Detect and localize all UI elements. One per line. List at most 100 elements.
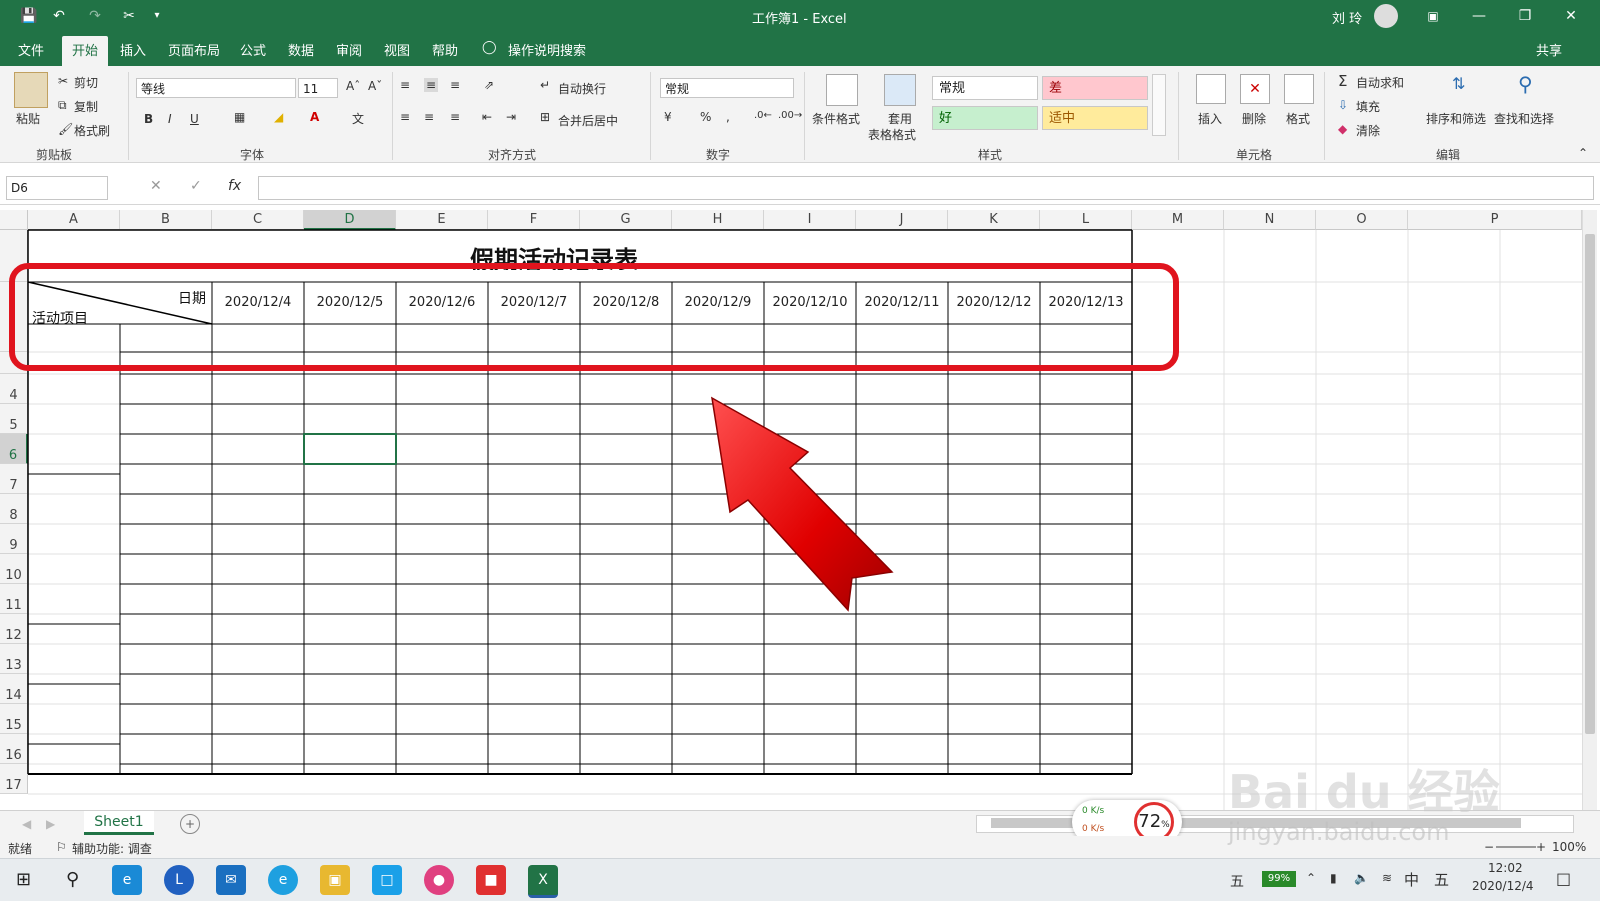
copy-icon[interactable]: ⧉ — [58, 98, 67, 113]
increase-indent-icon[interactable]: ⇥ — [506, 110, 516, 124]
date-header-cell[interactable]: 2020/12/13 — [1040, 282, 1132, 324]
ime-mode-indicator[interactable]: 五 — [1434, 869, 1449, 890]
collapse-ribbon-icon[interactable]: ⌃ — [1578, 146, 1588, 160]
insert-cells-button[interactable]: 插入 — [1198, 110, 1222, 127]
align-top-icon[interactable]: ≡ — [400, 78, 410, 92]
date-header-cell[interactable]: 2020/12/4 — [212, 282, 304, 324]
tab-view[interactable]: 视图 — [384, 40, 410, 59]
cut-icon[interactable]: ✂ — [58, 74, 68, 88]
undo-icon[interactable]: ↶ — [48, 5, 70, 27]
sort-filter-button[interactable]: 排序和筛选 — [1426, 110, 1486, 127]
style-bad[interactable]: 差 — [1042, 76, 1148, 100]
minimize-icon[interactable]: — — [1456, 0, 1502, 32]
clock-time[interactable]: 12:02 — [1488, 861, 1523, 875]
clear-button[interactable]: 清除 — [1356, 122, 1380, 139]
accessibility-status[interactable]: 辅助功能: 调查 — [72, 840, 152, 857]
insert-cells-icon[interactable] — [1196, 74, 1226, 104]
tab-home[interactable]: 开始 — [62, 36, 109, 66]
align-middle-icon[interactable]: ≡ — [424, 78, 439, 92]
avatar[interactable] — [1374, 4, 1398, 28]
wrap-text-icon[interactable]: ↵ — [540, 78, 550, 92]
battery-indicator[interactable]: 99% — [1262, 871, 1296, 887]
date-header-cell[interactable]: 2020/12/9 — [672, 282, 764, 324]
fill-icon[interactable]: ⇩ — [1338, 98, 1348, 112]
phonetic-icon[interactable]: 文 — [352, 110, 364, 127]
corner-header-activity[interactable]: 活动项目 — [32, 308, 88, 328]
battery-icon[interactable]: ▮ — [1330, 871, 1337, 885]
sheet-tab-sheet1[interactable]: Sheet1 — [84, 811, 154, 835]
shrink-font-icon[interactable]: Aˇ — [368, 79, 382, 93]
currency-icon[interactable]: ¥ — [664, 110, 672, 124]
date-header-cell[interactable]: 2020/12/12 — [948, 282, 1040, 324]
percent-icon[interactable]: % — [700, 110, 711, 124]
date-header-cell[interactable]: 2020/12/8 — [580, 282, 672, 324]
tell-me-search[interactable]: 操作说明搜索 — [508, 40, 586, 59]
clock-date[interactable]: 2020/12/4 — [1472, 879, 1534, 893]
format-painter-icon[interactable]: 🖌 — [58, 122, 73, 136]
align-left-icon[interactable]: ≡ — [400, 110, 410, 124]
format-as-table-label-1[interactable]: 套用 — [888, 110, 912, 127]
styles-scroll[interactable] — [1152, 74, 1166, 136]
clear-icon[interactable]: ◆ — [1338, 122, 1347, 136]
underline-icon[interactable]: U — [190, 112, 199, 126]
scroll-right-icon[interactable]: ▶ — [46, 817, 55, 831]
decrease-decimal-icon[interactable]: .00→ — [778, 110, 802, 121]
tab-formulas[interactable]: 公式 — [240, 40, 266, 59]
mail-icon[interactable]: ✉ — [216, 865, 246, 895]
app-l-icon[interactable]: L — [164, 865, 194, 895]
conditional-format-icon[interactable] — [826, 74, 858, 106]
delete-cells-button[interactable]: 删除 — [1242, 110, 1266, 127]
align-bottom-icon[interactable]: ≡ — [450, 78, 460, 92]
user-name[interactable]: 刘 玲 — [1332, 8, 1362, 27]
formula-input[interactable] — [258, 176, 1594, 200]
edge-browser-icon[interactable]: e — [112, 865, 142, 895]
search-icon[interactable]: ⚲ — [66, 869, 79, 890]
tray-expand-icon[interactable]: ⌃ — [1306, 871, 1316, 885]
tab-review[interactable]: 审阅 — [336, 40, 362, 59]
format-cells-icon[interactable] — [1284, 74, 1314, 104]
tab-data[interactable]: 数据 — [288, 40, 314, 59]
cut-button[interactable]: 剪切 — [74, 74, 98, 91]
font-name-select[interactable]: 等线 — [136, 78, 296, 98]
date-header-cell[interactable]: 2020/12/5 — [304, 282, 396, 324]
ribbon-display-icon[interactable]: ▣ — [1410, 0, 1456, 32]
language-indicator[interactable]: 中 — [1404, 869, 1419, 890]
delete-cells-icon[interactable]: ✕ — [1240, 74, 1270, 104]
save-icon[interactable]: 💾 — [18, 5, 40, 27]
borders-icon[interactable]: ▦ — [234, 110, 245, 124]
scroll-left-icon[interactable]: ◀ — [22, 817, 31, 831]
orientation-icon[interactable]: ⇗ — [484, 78, 494, 92]
paste-button[interactable]: 粘贴 — [16, 110, 40, 127]
sort-filter-icon[interactable]: ⇅ — [1452, 74, 1465, 93]
tab-file[interactable]: 文件 — [18, 40, 44, 59]
cut-quick-icon[interactable]: ✂ — [118, 5, 140, 27]
notification-icon[interactable]: □ — [1556, 869, 1571, 888]
app-drop-icon[interactable]: ● — [424, 865, 454, 895]
restore-icon[interactable]: ❐ — [1502, 0, 1548, 32]
date-header-cell[interactable]: 2020/12/7 — [488, 282, 580, 324]
sheet-title[interactable]: 假期活动记录表 — [470, 240, 770, 270]
tab-insert[interactable]: 插入 — [120, 40, 146, 59]
date-header-cell[interactable]: 2020/12/10 — [764, 282, 856, 324]
zoom-slider[interactable] — [1496, 846, 1536, 848]
find-select-button[interactable]: 查找和选择 — [1494, 110, 1554, 127]
merge-center-button[interactable]: 合并后居中 — [558, 112, 618, 129]
bold-icon[interactable]: B — [144, 112, 153, 126]
number-format-select[interactable]: 常规 — [660, 78, 794, 98]
close-icon[interactable]: ✕ — [1548, 0, 1594, 32]
format-as-table-icon[interactable] — [884, 74, 916, 106]
align-right-icon[interactable]: ≡ — [450, 110, 460, 124]
corner-header-date[interactable]: 日期 — [178, 288, 206, 308]
excel-taskbar-icon[interactable]: X — [528, 865, 558, 898]
vertical-scroll-thumb[interactable] — [1585, 234, 1595, 734]
tab-page-layout[interactable]: 页面布局 — [168, 40, 220, 59]
wrap-text-button[interactable]: 自动换行 — [558, 80, 606, 97]
redo-icon[interactable]: ↷ — [84, 5, 106, 27]
ie-browser-icon[interactable]: e — [268, 865, 298, 895]
paste-icon[interactable] — [14, 72, 48, 108]
style-normal[interactable]: 常规 — [932, 76, 1038, 100]
zoom-in-icon[interactable]: + — [1536, 840, 1546, 854]
file-explorer-icon[interactable]: ▣ — [320, 865, 350, 895]
autosum-button[interactable]: 自动求和 — [1356, 74, 1404, 91]
copy-button[interactable]: 复制 — [74, 98, 98, 115]
